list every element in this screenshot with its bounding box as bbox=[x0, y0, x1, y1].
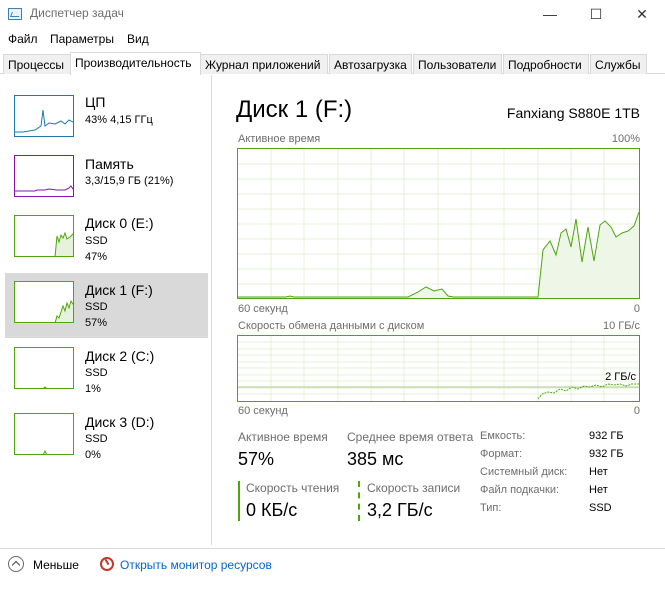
sidebar-item-disk1[interactable]: Диск 1 (F:) SSD 57% bbox=[5, 273, 208, 338]
read-speed-bar bbox=[238, 481, 240, 521]
sidebar-item-disk2[interactable]: Диск 2 (C:) SSD 1% bbox=[5, 339, 208, 404]
footer-bar: Меньше Открыть монитор ресурсов bbox=[0, 548, 665, 591]
maximize-button[interactable]: ☐ bbox=[573, 0, 619, 28]
property-label: Тип: bbox=[480, 502, 502, 514]
sidebar-disk3-label: Диск 3 (D:) bbox=[85, 414, 155, 430]
resource-sidebar: ЦП 43% 4,15 ГГц Память 3,3/15,9 ГБ (21%)… bbox=[0, 75, 212, 545]
active-time-graph-label: Активное время bbox=[238, 133, 321, 145]
property-label: Формат: bbox=[480, 448, 523, 460]
active-time-graph bbox=[237, 148, 640, 299]
tab-startup[interactable]: Автозагрузка bbox=[329, 54, 412, 74]
menu-view[interactable]: Вид bbox=[127, 32, 149, 46]
property-label: Файл подкачки: bbox=[480, 484, 560, 496]
sidebar-disk0-type: SSD bbox=[85, 235, 108, 247]
sidebar-cpu-label: ЦП bbox=[85, 94, 106, 110]
read-speed-stat-value: 0 КБ/с bbox=[246, 500, 298, 520]
tab-services[interactable]: Службы bbox=[590, 54, 647, 74]
sidebar-disk3-usage: 0% bbox=[85, 449, 101, 461]
sidebar-item-disk3[interactable]: Диск 3 (D:) SSD 0% bbox=[5, 405, 208, 470]
transfer-rate-graph-time-left: 60 секунд bbox=[238, 405, 288, 417]
sidebar-disk1-label: Диск 1 (F:) bbox=[85, 282, 153, 298]
property-value: Нет bbox=[589, 466, 608, 478]
cpu-thumbnail-graph bbox=[14, 95, 74, 137]
property-value: SSD bbox=[589, 502, 612, 514]
title-bar: Диспетчер задач — ☐ ✕ bbox=[0, 0, 665, 28]
property-value: 932 ГБ bbox=[589, 430, 624, 442]
sidebar-disk1-type: SSD bbox=[85, 301, 108, 313]
disk-title: Диск 1 (F:) bbox=[236, 96, 353, 123]
disk-model: Fanxiang S880E 1TB bbox=[506, 105, 640, 121]
menu-file[interactable]: Файл bbox=[8, 32, 38, 46]
tab-processes[interactable]: Процессы bbox=[3, 54, 71, 74]
disk1-thumbnail-graph bbox=[14, 281, 74, 323]
window-title: Диспетчер задач bbox=[30, 6, 124, 20]
write-speed-bar bbox=[358, 481, 360, 521]
tab-bar: Процессы Производительность Журнал прило… bbox=[0, 52, 665, 75]
resource-monitor-icon[interactable] bbox=[100, 557, 114, 571]
menu-bar: Файл Параметры Вид bbox=[0, 28, 665, 50]
property-label: Емкость: bbox=[480, 430, 526, 442]
sidebar-disk3-type: SSD bbox=[85, 433, 108, 445]
avg-response-stat-value: 385 мс bbox=[347, 449, 404, 469]
memory-thumbnail-graph bbox=[14, 155, 74, 197]
chevron-up-icon[interactable] bbox=[8, 556, 24, 572]
active-time-graph-time-right: 0 bbox=[633, 303, 640, 315]
sidebar-item-disk0[interactable]: Диск 0 (E:) SSD 47% bbox=[5, 208, 208, 273]
property-value: 932 ГБ bbox=[589, 448, 624, 460]
transfer-rate-graph-label: Скорость обмена данными с диском bbox=[238, 320, 425, 332]
transfer-rate-graph-time-right: 0 bbox=[633, 405, 640, 417]
transfer-rate-graph-inner-label: 2 ГБ/с bbox=[605, 371, 636, 383]
sidebar-item-memory[interactable]: Память 3,3/15,9 ГБ (21%) bbox=[5, 148, 208, 213]
sidebar-memory-stats: 3,3/15,9 ГБ (21%) bbox=[85, 175, 174, 187]
sidebar-disk0-label: Диск 0 (E:) bbox=[85, 215, 154, 231]
avg-response-stat-label: Среднее время ответа bbox=[347, 430, 474, 444]
active-time-stat-value: 57% bbox=[238, 449, 275, 469]
close-button[interactable]: ✕ bbox=[619, 0, 665, 28]
sidebar-disk0-usage: 47% bbox=[85, 251, 108, 263]
disk2-thumbnail-graph bbox=[14, 347, 74, 389]
active-time-graph-time-left: 60 секунд bbox=[238, 303, 288, 315]
menu-options[interactable]: Параметры bbox=[50, 32, 114, 46]
active-time-graph-max: 100% bbox=[611, 133, 640, 145]
sidebar-item-cpu[interactable]: ЦП 43% 4,15 ГГц bbox=[5, 88, 208, 153]
tab-app-history[interactable]: Журнал приложений bbox=[200, 54, 328, 74]
write-speed-stat-value: 3,2 ГБ/с bbox=[367, 500, 433, 520]
tab-users[interactable]: Пользователи bbox=[413, 54, 502, 74]
write-speed-stat-label: Скорость записи bbox=[367, 481, 461, 495]
property-label: Системный диск: bbox=[480, 466, 568, 478]
property-value: Нет bbox=[589, 484, 608, 496]
transfer-rate-graph bbox=[237, 335, 640, 402]
open-resource-monitor-link[interactable]: Открыть монитор ресурсов bbox=[120, 558, 272, 572]
sidebar-disk2-label: Диск 2 (C:) bbox=[85, 348, 155, 364]
tab-performance[interactable]: Производительность bbox=[70, 52, 201, 75]
disk0-thumbnail-graph bbox=[14, 215, 74, 257]
sidebar-disk2-usage: 1% bbox=[85, 383, 101, 395]
active-time-stat-label: Активное время bbox=[238, 430, 328, 444]
sidebar-disk1-usage: 57% bbox=[85, 317, 108, 329]
disk3-thumbnail-graph bbox=[14, 413, 74, 455]
fewer-details-button[interactable]: Меньше bbox=[33, 558, 79, 572]
minimize-button[interactable]: — bbox=[527, 0, 573, 28]
sidebar-cpu-stats: 43% 4,15 ГГц bbox=[85, 114, 153, 126]
task-manager-icon bbox=[8, 8, 22, 20]
sidebar-memory-label: Память bbox=[85, 156, 134, 172]
tab-details[interactable]: Подробности bbox=[503, 54, 589, 74]
read-speed-stat-label: Скорость чтения bbox=[246, 481, 340, 495]
transfer-rate-graph-max: 10 ГБ/с bbox=[602, 320, 640, 332]
sidebar-disk2-type: SSD bbox=[85, 367, 108, 379]
